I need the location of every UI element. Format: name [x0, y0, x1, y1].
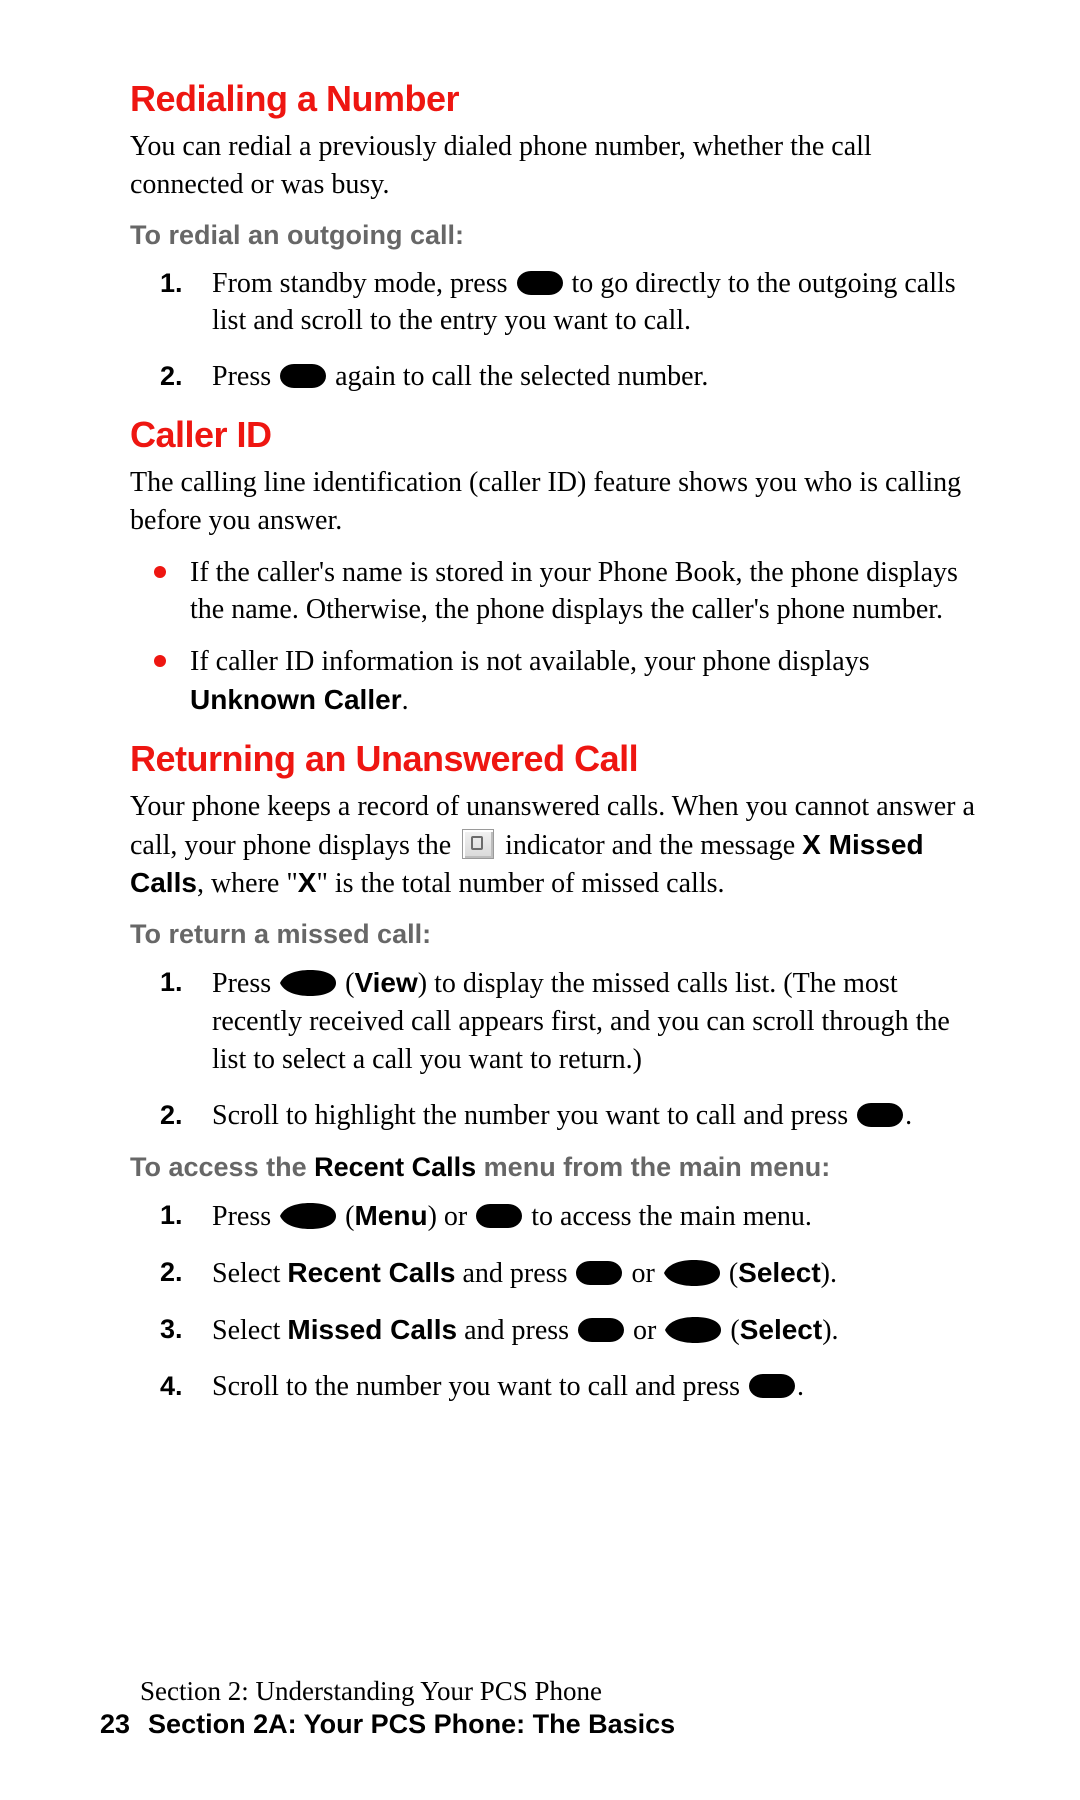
text: " is the total number of missed calls.: [316, 868, 724, 899]
text: (: [338, 1201, 354, 1232]
text-bold: Menu: [354, 1200, 427, 1231]
subheading-redial: To redial an outgoing call:: [130, 220, 980, 251]
text: If the caller's name is stored in your P…: [190, 557, 958, 626]
text: Press: [212, 968, 278, 999]
text: and press: [456, 1258, 575, 1289]
text: To access the: [130, 1152, 314, 1182]
text: Press: [212, 1201, 278, 1232]
text: .: [402, 685, 409, 716]
text-bold: Recent Calls: [314, 1152, 476, 1182]
text: (: [338, 968, 354, 999]
footer-line2: 23 Section 2A: Your PCS Phone: The Basic…: [100, 1709, 980, 1740]
talk-key-icon: [280, 364, 326, 388]
text: and press: [457, 1315, 576, 1346]
text-bold: Recent Calls: [287, 1257, 455, 1288]
page-number: 23: [100, 1709, 130, 1740]
heading-redial: Redialing a Number: [130, 78, 980, 120]
text: From standby mode, press: [212, 268, 515, 299]
text: Select: [212, 1315, 287, 1346]
softkey-icon: [665, 1317, 721, 1343]
step-return-b4: Scroll to the number you want to call an…: [160, 1368, 980, 1406]
bullets-callerid: If the caller's name is stored in your P…: [150, 554, 980, 720]
talk-key-icon: [857, 1103, 903, 1127]
bullet-dot-icon: [154, 566, 166, 578]
subheading-return-b: To access the Recent Calls menu from the…: [130, 1152, 980, 1183]
text: or: [624, 1258, 661, 1289]
text: menu from the main menu:: [476, 1152, 830, 1182]
softkey-icon: [664, 1260, 720, 1286]
text: (: [723, 1315, 739, 1346]
softkey-icon: [280, 1203, 336, 1229]
step-return-a2: Scroll to highlight the number you want …: [160, 1097, 980, 1135]
text: ).: [822, 1315, 838, 1346]
text: .: [905, 1100, 912, 1131]
text: Select: [212, 1258, 287, 1289]
bullet-callerid-2: If caller ID information is not availabl…: [150, 643, 980, 720]
text: or: [626, 1315, 663, 1346]
step-redial-1: From standby mode, press to go directly …: [160, 265, 980, 341]
text-bold: Unknown Caller: [190, 684, 402, 715]
subheading-return-a: To return a missed call:: [130, 919, 980, 950]
steps-redial: From standby mode, press to go directly …: [160, 265, 980, 396]
talk-key-icon: [517, 271, 563, 295]
step-redial-2: Press again to call the selected number.: [160, 358, 980, 396]
steps-return-a: Press (View) to display the missed calls…: [160, 964, 980, 1134]
text: again to call the selected number.: [328, 361, 708, 392]
text: Scroll to the number you want to call an…: [212, 1371, 747, 1402]
text: .: [797, 1371, 804, 1402]
text: Press: [212, 361, 278, 392]
text: to access the main menu.: [524, 1201, 812, 1232]
bullet-dot-icon: [154, 655, 166, 667]
page-footer: Section 2: Understanding Your PCS Phone …: [100, 1676, 980, 1740]
missed-call-indicator-icon: [462, 829, 494, 859]
heading-return: Returning an Unanswered Call: [130, 738, 980, 780]
text-bold: Select: [738, 1257, 821, 1288]
step-return-b3: Select Missed Calls and press or (Select…: [160, 1311, 980, 1350]
text: indicator and the message: [498, 830, 802, 861]
step-return-b2: Select Recent Calls and press or (Select…: [160, 1254, 980, 1293]
text-bold: View: [354, 967, 417, 998]
document-page: Redialing a Number You can redial a prev…: [0, 0, 1080, 1800]
para-redial-intro: You can redial a previously dialed phone…: [130, 128, 980, 204]
text: , where ": [197, 868, 298, 899]
ok-key-icon: [576, 1261, 622, 1285]
text-bold: Missed Calls: [287, 1314, 457, 1345]
heading-callerid: Caller ID: [130, 414, 980, 456]
ok-key-icon: [476, 1204, 522, 1228]
text-bold: Select: [740, 1314, 823, 1345]
text: (: [722, 1258, 738, 1289]
footer-section-path: Section 2: Understanding Your PCS Phone: [140, 1676, 980, 1707]
step-return-b1: Press (Menu) or to access the main menu.: [160, 1197, 980, 1236]
bullet-callerid-1: If the caller's name is stored in your P…: [150, 554, 980, 630]
text: ) or: [428, 1201, 475, 1232]
steps-return-b: Press (Menu) or to access the main menu.…: [160, 1197, 980, 1405]
footer-section-title: Section 2A: Your PCS Phone: The Basics: [148, 1709, 675, 1740]
text: If caller ID information is not availabl…: [190, 646, 870, 677]
para-callerid-intro: The calling line identification (caller …: [130, 464, 980, 540]
text: ).: [821, 1258, 837, 1289]
step-return-a1: Press (View) to display the missed calls…: [160, 964, 980, 1078]
para-return-intro: Your phone keeps a record of unanswered …: [130, 788, 980, 903]
talk-key-icon: [749, 1374, 795, 1398]
ok-key-icon: [578, 1318, 624, 1342]
text-bold: X: [298, 867, 317, 898]
text: Scroll to highlight the number you want …: [212, 1100, 855, 1131]
softkey-icon: [280, 970, 336, 996]
